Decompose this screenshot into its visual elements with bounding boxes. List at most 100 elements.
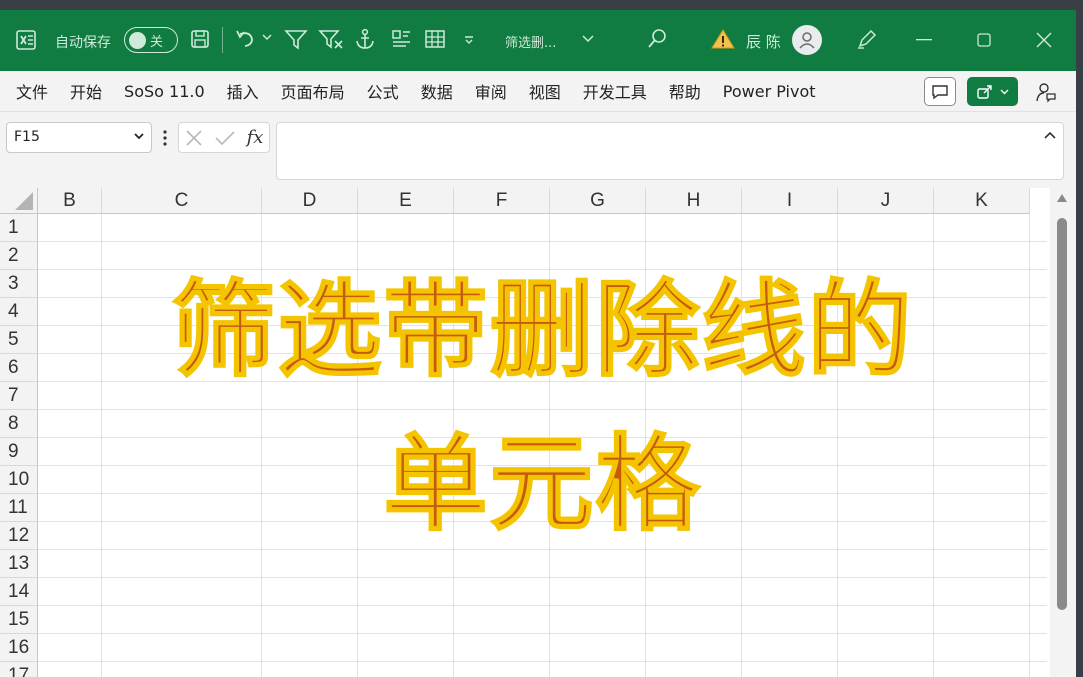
search-icon[interactable]: [646, 28, 668, 50]
undo-icon[interactable]: [234, 28, 258, 50]
filename-dropdown-icon[interactable]: [582, 35, 594, 43]
vertical-scrollbar[interactable]: [1050, 188, 1076, 677]
tab-power-pivot[interactable]: Power Pivot: [712, 82, 827, 101]
collapse-formula-icon[interactable]: [1043, 130, 1057, 140]
more-options-icon[interactable]: [162, 129, 168, 151]
confirm-icon[interactable]: [214, 129, 236, 147]
scrollbar-thumb[interactable]: [1057, 218, 1067, 610]
excel-logo-icon: [14, 28, 38, 52]
comment-icon: [932, 84, 948, 99]
formula-actions: fx: [178, 122, 270, 153]
row-header-5[interactable]: 5: [0, 326, 38, 354]
overlay-line-2: 单元格: [382, 423, 702, 545]
tab-soso[interactable]: SoSo 11.0: [113, 82, 216, 101]
warning-icon[interactable]: [711, 28, 735, 50]
tab-data[interactable]: 数据: [410, 79, 464, 103]
row-header-13[interactable]: 13: [0, 550, 38, 578]
pen-icon[interactable]: [856, 28, 878, 50]
maximize-icon[interactable]: [977, 33, 991, 47]
tab-help[interactable]: 帮助: [658, 79, 712, 103]
gridline-horizontal: [38, 549, 1047, 550]
column-header-b[interactable]: B: [38, 188, 102, 214]
excel-window: 自动保存 关 筛选删... 辰 陈 文件 开始 SoSo 11.0 插入 页面布…: [0, 10, 1076, 677]
tab-insert[interactable]: 插入: [216, 79, 270, 103]
tab-view[interactable]: 视图: [518, 79, 572, 103]
toggle-knob: [129, 31, 146, 49]
tab-formulas[interactable]: 公式: [356, 79, 410, 103]
minimize-icon[interactable]: [916, 39, 932, 41]
formula-bar: F15 fx: [0, 112, 1076, 188]
filter-icon[interactable]: [284, 28, 308, 50]
column-header-d[interactable]: D: [262, 188, 358, 214]
select-all-triangle-icon: [15, 192, 33, 210]
tab-file[interactable]: 文件: [0, 79, 59, 103]
share-dropdown-icon: [1000, 89, 1009, 94]
coauthor-button[interactable]: [1032, 77, 1060, 106]
row-header-15[interactable]: 15: [0, 606, 38, 634]
anchor-icon[interactable]: [354, 28, 376, 50]
row-header-12[interactable]: 12: [0, 522, 38, 550]
column-header-i[interactable]: I: [742, 188, 838, 214]
row-header-7[interactable]: 7: [0, 382, 38, 410]
save-icon[interactable]: [189, 28, 211, 50]
row-header-6[interactable]: 6: [0, 354, 38, 382]
column-header-g[interactable]: G: [550, 188, 646, 214]
person-feedback-icon: [1036, 82, 1056, 103]
gridline-horizontal: [38, 661, 1047, 662]
column-header-f[interactable]: F: [454, 188, 550, 214]
autosave-toggle[interactable]: 关: [124, 27, 178, 53]
row-header-2[interactable]: 2: [0, 242, 38, 270]
table-icon[interactable]: [424, 28, 446, 50]
share-button[interactable]: [967, 77, 1018, 106]
spreadsheet-grid[interactable]: BCDEFGHIJK 1 2 3 4 5 6 7 8 9 10 11 12 13 14 15 16 17 筛选带…: [0, 188, 1047, 677]
user-avatar[interactable]: [792, 25, 822, 55]
undo-dropdown-icon[interactable]: [262, 34, 272, 42]
autosave-state: 关: [150, 34, 164, 50]
close-icon[interactable]: [1036, 32, 1052, 48]
column-header-k[interactable]: K: [934, 188, 1030, 214]
share-icon: [977, 84, 992, 99]
gridline-horizontal: [38, 241, 1047, 242]
row-header-4[interactable]: 4: [0, 298, 38, 326]
row-header-10[interactable]: 10: [0, 466, 38, 494]
titlebar-separator: [222, 27, 223, 53]
row-header-3[interactable]: 3: [0, 270, 38, 298]
autosave-label: 自动保存: [55, 35, 111, 51]
insert-function-button[interactable]: fx: [247, 127, 264, 148]
column-header-e[interactable]: E: [358, 188, 454, 214]
scroll-up-icon[interactable]: [1057, 194, 1067, 202]
tab-review[interactable]: 审阅: [464, 79, 518, 103]
row-header-9[interactable]: 9: [0, 438, 38, 466]
tab-home[interactable]: 开始: [59, 79, 113, 103]
name-box[interactable]: F15: [6, 122, 152, 153]
clear-filter-icon[interactable]: [318, 28, 344, 50]
overlay-line-1: 筛选带删除线的: [170, 269, 914, 391]
tab-developer[interactable]: 开发工具: [572, 79, 658, 103]
row-header-8[interactable]: 8: [0, 410, 38, 438]
tab-page-layout[interactable]: 页面布局: [270, 79, 356, 103]
column-header-h[interactable]: H: [646, 188, 742, 214]
gridline-horizontal: [38, 633, 1047, 634]
select-all-corner[interactable]: [0, 188, 38, 214]
gridline-horizontal: [38, 605, 1047, 606]
comments-button[interactable]: [924, 77, 956, 106]
name-box-dropdown-icon[interactable]: [133, 130, 145, 142]
row-header-11[interactable]: 11: [0, 494, 38, 522]
user-name[interactable]: 辰 陈: [746, 31, 781, 52]
row-header-16[interactable]: 16: [0, 634, 38, 662]
row-header-17[interactable]: 17: [0, 662, 38, 677]
title-bar: 自动保存 关 筛选删... 辰 陈: [0, 10, 1076, 71]
column-header-j[interactable]: J: [838, 188, 934, 214]
ribbon-tabs: 文件 开始 SoSo 11.0 插入 页面布局 公式 数据 审阅 视图 开发工具…: [0, 71, 1076, 112]
customize-toolbar-icon[interactable]: [464, 35, 474, 45]
column-header-c[interactable]: C: [102, 188, 262, 214]
form-icon[interactable]: [390, 28, 412, 50]
file-name[interactable]: 筛选删...: [505, 32, 556, 51]
name-box-value: F15: [14, 129, 40, 145]
gridline-horizontal: [38, 409, 1047, 410]
row-header-1[interactable]: 1: [0, 214, 38, 242]
gridline-horizontal: [38, 577, 1047, 578]
formula-input[interactable]: [276, 122, 1064, 180]
row-header-14[interactable]: 14: [0, 578, 38, 606]
cancel-icon[interactable]: [185, 129, 203, 147]
